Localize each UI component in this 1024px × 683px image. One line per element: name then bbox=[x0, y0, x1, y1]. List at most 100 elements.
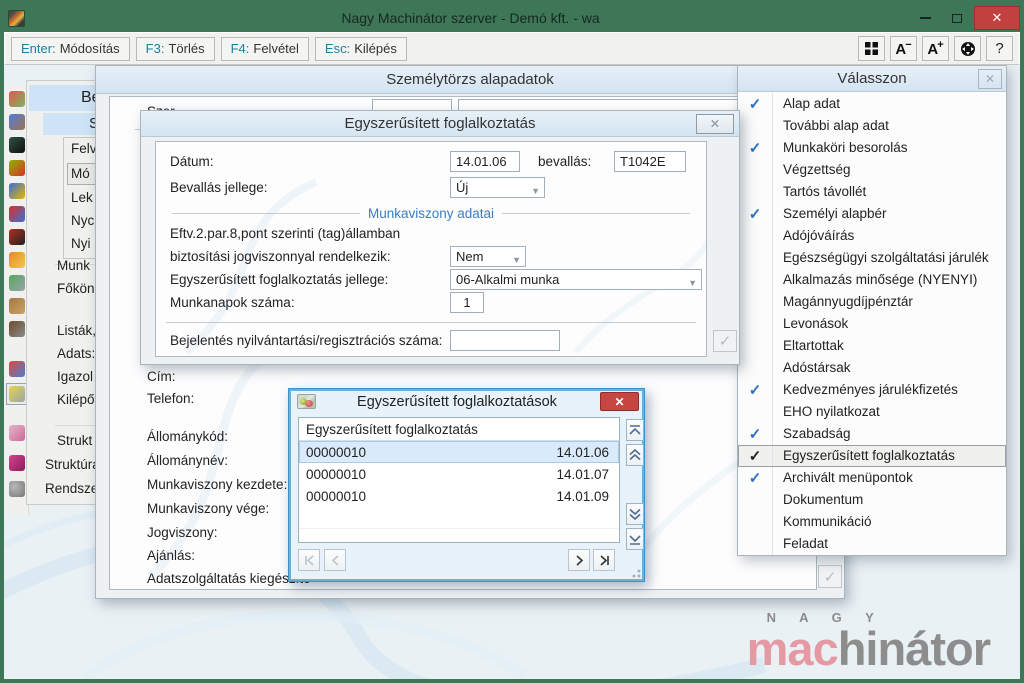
app-icon-2[interactable] bbox=[9, 114, 25, 130]
app-icon-1[interactable] bbox=[9, 91, 25, 107]
panel-item-tartos-tavollet[interactable]: Tartós távollét bbox=[738, 181, 1006, 203]
font-decrease-button[interactable]: A− bbox=[890, 36, 917, 61]
app-icon-7[interactable] bbox=[9, 229, 25, 245]
nav-next-button[interactable] bbox=[568, 549, 590, 571]
list-window-close-button[interactable]: ✕ bbox=[600, 392, 639, 411]
simp-dialog-title: Egyszerűsített foglalkoztatás bbox=[141, 111, 739, 137]
scroll-first-button[interactable] bbox=[626, 419, 644, 441]
menu-item-munka[interactable]: Munk bbox=[57, 258, 90, 273]
app-icon-14[interactable] bbox=[9, 425, 25, 441]
resize-grip[interactable] bbox=[631, 568, 641, 578]
check-icon: ✓ bbox=[738, 381, 772, 399]
menu-item-igazolasok[interactable]: Igazol bbox=[57, 369, 93, 384]
nav-prev-button[interactable] bbox=[324, 549, 346, 571]
person-ok-button[interactable]: ✓ bbox=[818, 565, 842, 588]
panel-item-eltartottak[interactable]: Eltartottak bbox=[738, 335, 1006, 357]
system-gears-icon[interactable] bbox=[9, 481, 25, 497]
minimize-button[interactable] bbox=[910, 7, 940, 30]
list-row-1[interactable]: 0000001014.01.06 bbox=[299, 441, 619, 463]
panel-item-eho-nyilatkozat[interactable]: EHO nyilatkozat bbox=[738, 401, 1006, 423]
nav-last-button[interactable] bbox=[593, 549, 615, 571]
help-button[interactable]: ? bbox=[986, 36, 1013, 61]
panel-item-munkakori-besorolas[interactable]: ✓Munkaköri besorolás bbox=[738, 137, 1006, 159]
menu-item-kilepo[interactable]: Kilépő bbox=[57, 392, 95, 407]
check-icon: ✓ bbox=[738, 95, 772, 113]
menu-item-strukt[interactable]: Strukt bbox=[57, 433, 92, 448]
menu-item-fokonyv[interactable]: Főkön bbox=[57, 281, 95, 296]
check-icon: ✓ bbox=[738, 469, 772, 487]
panel-item-egyszerusitett-foglalkoztatas[interactable]: ✓Egyszerűsített foglalkoztatás bbox=[738, 445, 1006, 467]
app-logo-icon bbox=[8, 10, 25, 27]
prev-record-icon bbox=[331, 555, 340, 566]
section-title: Munkaviszony adatai bbox=[368, 206, 494, 221]
panel-item-adojovairas[interactable]: Adójóváírás bbox=[738, 225, 1006, 247]
double-chevron-up-icon bbox=[629, 449, 641, 461]
app-window: Nagy Machinátor szerver - Demó kft. - wa… bbox=[0, 0, 1024, 683]
insurance-status-dropdown[interactable]: Nem ▼ bbox=[450, 246, 526, 267]
app-icon-5[interactable] bbox=[9, 183, 25, 199]
app-icon-10[interactable] bbox=[9, 298, 25, 314]
app-icon-11[interactable] bbox=[9, 321, 25, 337]
panel-item-dokumentum[interactable]: Dokumentum bbox=[738, 489, 1006, 511]
font-increase-button[interactable]: A+ bbox=[922, 36, 949, 61]
menu-item-nyomtatas[interactable]: Nyc bbox=[71, 213, 94, 228]
panel-item-adostarsak[interactable]: Adóstársak bbox=[738, 357, 1006, 379]
panel-item-feladat[interactable]: Feladat bbox=[738, 533, 1006, 555]
declaration-type-dropdown[interactable]: Új ▼ bbox=[450, 177, 545, 198]
toolbar: Enter: Módosítás F3: Törlés F4: Felvétel… bbox=[4, 32, 1020, 65]
app-icon-4[interactable] bbox=[9, 160, 25, 176]
panel-item-alkalmazas-minosege[interactable]: Alkalmazás minősége (NYENYI) bbox=[738, 269, 1006, 291]
app-icon-3[interactable] bbox=[9, 137, 25, 153]
date-input[interactable]: 14.01.06 bbox=[450, 151, 520, 172]
panel-item-archivalt-menupontok[interactable]: ✓Archivált menüpontok bbox=[738, 467, 1006, 489]
close-button[interactable]: ✕ bbox=[974, 6, 1020, 30]
add-button[interactable]: F4: Felvétel bbox=[221, 37, 309, 61]
structure-cube-icon[interactable] bbox=[9, 455, 25, 471]
target-button[interactable] bbox=[954, 36, 981, 61]
choose-panel-close-button[interactable]: ✕ bbox=[978, 69, 1002, 89]
app-icon-9[interactable] bbox=[9, 275, 25, 291]
menu-item-struktura[interactable]: Struktúra bbox=[45, 457, 100, 472]
panel-item-levonasok[interactable]: Levonások bbox=[738, 313, 1006, 335]
registration-number-input[interactable] bbox=[450, 330, 560, 351]
declaration-code-input[interactable]: T1042E bbox=[614, 151, 686, 172]
scroll-page-down-button[interactable] bbox=[626, 503, 644, 525]
panel-item-szabadsag[interactable]: ✓Szabadság bbox=[738, 423, 1006, 445]
layout-grid-button[interactable] bbox=[858, 36, 885, 61]
employment-list: Egyszerűsített foglalkoztatás 0000001014… bbox=[298, 417, 620, 543]
list-row-2[interactable]: 0000001014.01.07 bbox=[299, 463, 619, 485]
scroll-page-up-button[interactable] bbox=[626, 444, 644, 466]
panel-item-szemelyi-alapber[interactable]: ✓Személyi alapbér bbox=[738, 203, 1006, 225]
simp-dialog-close-button[interactable]: ✕ bbox=[696, 114, 734, 134]
app-icon-6[interactable] bbox=[9, 206, 25, 222]
panel-item-vegzettseg[interactable]: Végzettség bbox=[738, 159, 1006, 181]
employment-type-dropdown[interactable]: 06-Alkalmi munka ▼ bbox=[450, 269, 702, 290]
menu-item-nyilvantartas[interactable]: Nyi bbox=[71, 236, 91, 251]
exit-button[interactable]: Esc: Kilépés bbox=[315, 37, 407, 61]
menu-item-modositas[interactable]: Mó bbox=[71, 166, 90, 181]
app-icon-8[interactable] bbox=[9, 252, 25, 268]
scroll-last-button[interactable] bbox=[626, 528, 644, 550]
panel-item-alap-adat[interactable]: ✓Alap adat bbox=[738, 93, 1006, 115]
panel-item-eu-szolg-jarulek[interactable]: Egészségügyi szolgáltatási járulék bbox=[738, 247, 1006, 269]
panel-item-magannyugdijpenztar[interactable]: Magánnyugdíjpénztár bbox=[738, 291, 1006, 313]
chevron-down-icon: ▼ bbox=[512, 252, 521, 268]
app-icon-12[interactable] bbox=[9, 361, 25, 377]
workdays-input[interactable]: 1 bbox=[450, 292, 484, 313]
menu-item-felvetel[interactable]: Felv bbox=[71, 141, 97, 156]
app-icon-13-selected[interactable] bbox=[6, 383, 28, 405]
menu-item-listak[interactable]: Listák, bbox=[57, 323, 96, 338]
font-decrease-icon: A− bbox=[895, 39, 911, 58]
chevron-up-bar-icon bbox=[629, 425, 641, 436]
nav-first-button[interactable] bbox=[298, 549, 320, 571]
modify-button[interactable]: Enter: Módosítás bbox=[11, 37, 130, 61]
delete-button[interactable]: F3: Törlés bbox=[136, 37, 215, 61]
menu-item-adatszolg[interactable]: Adats: bbox=[57, 346, 95, 361]
maximize-button[interactable] bbox=[942, 7, 972, 30]
panel-item-kommunikacio[interactable]: Kommunikáció bbox=[738, 511, 1006, 533]
simp-dialog-ok-button[interactable]: ✓ bbox=[713, 330, 737, 352]
panel-item-tovabbi-alap-adat[interactable]: További alap adat bbox=[738, 115, 1006, 137]
menu-item-lekerdezes[interactable]: Lek bbox=[71, 190, 93, 205]
list-row-3[interactable]: 0000001014.01.09 bbox=[299, 485, 619, 507]
panel-item-kedvezmenyes-jarulek[interactable]: ✓Kedvezményes járulékfizetés bbox=[738, 379, 1006, 401]
